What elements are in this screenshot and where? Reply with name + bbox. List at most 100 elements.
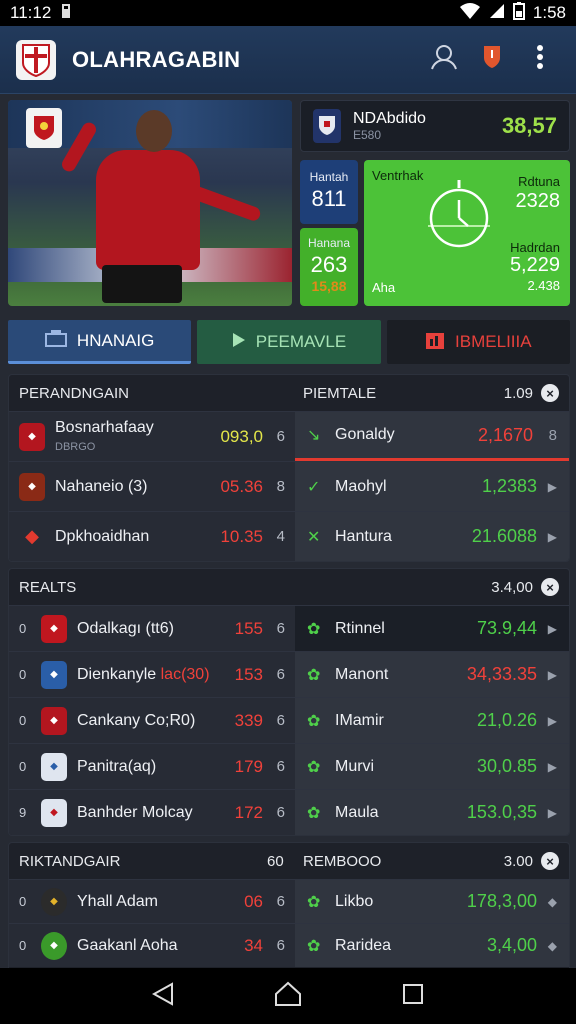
tab-hnanaig[interactable]: HNANAIG [8, 320, 192, 364]
stat-tile-blue-label: Hantah [309, 170, 349, 184]
link-icon: ✿ [307, 804, 321, 822]
row-index: 0 [19, 759, 27, 774]
right-value: 34,33.35 [466, 664, 537, 684]
right-value: 1,2383 [481, 476, 537, 496]
tab-ibmeliia-label: IBMELIIIA [455, 332, 532, 351]
right-name: Gonaldy [335, 426, 395, 443]
battery-icon [512, 1, 525, 25]
table-row[interactable]: 0 ◆ Panitra(aq) 179 6 ✿ Murvi 30,0.85 ▶ [9, 743, 569, 789]
right-value: 153.0,35 [466, 802, 537, 822]
cross-icon: ✕ [307, 528, 321, 546]
row-left-cell: 0 ◆ Gaakanl Aoha 34 6 [9, 924, 295, 967]
table-row[interactable]: ◆ Nahaneio (3) 05.36 8 ✓ Maohyl 1,2383 ▶ [9, 461, 569, 511]
live-timer-tile[interactable]: Ventrhak Rdtuna 2328 Hadrdan 5,229 2.438… [364, 160, 570, 306]
close-icon[interactable]: × [541, 384, 559, 402]
app-bar: OLAHRAGABIN [0, 26, 576, 94]
link-icon: ✿ [307, 893, 321, 911]
rankings-mid-left: 60 [267, 852, 284, 870]
row-left-cell: 0 ◆ Cankany Co;R0) 339 6 [9, 698, 295, 743]
live-timer-bl-sub: 2.438 [527, 278, 560, 293]
recents-icon [402, 983, 424, 1010]
stat-tile-blue-value: 811 [311, 186, 347, 211]
right-name: IMamir [335, 711, 384, 729]
right-value: 21,0.26 [476, 710, 537, 730]
row-left-cell: 0 ◆ Odalkagı (tt6) 155 6 [9, 606, 295, 651]
standings-mid-title: PIEMTALE [303, 384, 377, 402]
team-value: 093,0 [220, 426, 263, 446]
tab-peemavle[interactable]: PEEMAVLE [197, 320, 381, 364]
chevron-right-icon: ▶ [547, 759, 557, 774]
stat-tile-green-value: 263 [310, 252, 348, 277]
stat-tile-green-sub: 15,88 [311, 278, 347, 294]
table-row[interactable]: 0 ◆ Cankany Co;R0) 339 6 ✿ IMamir 21,0.2… [9, 697, 569, 743]
table-row[interactable]: 0 ◆ Yhall Adam 06 6 ✿ Likbo 178,3,00 ◆ [9, 879, 569, 923]
right-name: Maohyl [335, 477, 387, 495]
link-icon: ✿ [307, 758, 321, 776]
club-badge-icon: ◆ [19, 472, 45, 501]
close-icon[interactable]: × [541, 852, 559, 870]
club-badge-icon: ◆ [41, 798, 67, 827]
table-row[interactable]: ◆ Dpkhoaidhan 10.35 4 ✕ Hantura 21.6088 … [9, 511, 569, 561]
table-row[interactable]: 0 ◆ Odalkagı (tt6) 155 6 ✿ Rtinnel 73.9,… [9, 605, 569, 651]
table-row[interactable]: 0 ◆ Gaakanl Aoha 34 6 ✿ Raridea 3,4,00 ◆ [9, 923, 569, 967]
right-name: Murvi [335, 757, 375, 775]
team-num: 6 [276, 758, 285, 775]
team-num: 6 [276, 620, 285, 637]
app-title: OLAHRAGABIN [72, 46, 241, 72]
team-num: 6 [276, 666, 285, 683]
table-row[interactable]: 9 ◆ Banhder Molcay 172 6 ✿ Maula 153.0,3… [9, 789, 569, 835]
club-badge-icon: ◆ [41, 706, 67, 735]
right-name: Rtinnel [335, 619, 385, 637]
row-right-cell: ✓ Maohyl 1,2383 ▶ [295, 462, 569, 511]
right-value: 3,4,00 [486, 935, 537, 955]
player-jersey [96, 150, 200, 270]
tab-ibmeliia[interactable]: IBMELIIIA [386, 320, 570, 364]
more-menu-button[interactable] [520, 40, 560, 80]
match-sub: E580 [353, 128, 382, 142]
profile-button[interactable] [424, 40, 464, 80]
stat-tile-blue[interactable]: Hantah 811 [300, 160, 358, 224]
match-card[interactable]: NDAbdido E580 38,57 [300, 100, 570, 152]
live-timer-bl-value: 5,229 [509, 254, 560, 276]
shield-alert-icon [482, 44, 502, 75]
home-button[interactable] [268, 976, 308, 1016]
team-num: 6 [276, 712, 285, 729]
app-logo [16, 39, 56, 80]
stopwatch-icon [428, 178, 490, 253]
right-name: Likbo [335, 892, 374, 910]
back-button[interactable] [143, 976, 183, 1016]
team-name-text: Bosnarhafaay [55, 418, 154, 436]
trend-icon: ✓ [307, 478, 321, 496]
rankings-title: RIKTANDGAIR [19, 852, 121, 870]
link-icon: ✿ [307, 620, 321, 638]
live-timer-bl-label: Hadrdan [510, 240, 560, 255]
table-row[interactable]: ◆ Bosnarhafaay DBRGO 093,0 6 ↘ Gonaldy 2… [9, 411, 569, 461]
team-value: 339 [234, 710, 263, 730]
row-right-cell: ✿ Manont 34,33.35 ▶ [295, 652, 569, 697]
row-right-cell: ✕ Hantura 21.6088 ▶ [295, 512, 569, 561]
close-icon[interactable]: × [541, 578, 559, 596]
chevron-right-icon: ▶ [547, 805, 557, 820]
stat-tile-green[interactable]: Hanana 263 15,88 [300, 228, 358, 306]
team-name: Cankany Co;R0) [77, 711, 196, 729]
right-value: 2,1670 [477, 424, 533, 445]
team-name: Dpkhoaidhan [55, 527, 150, 545]
match-info: NDAbdido E580 [353, 110, 502, 142]
table-row[interactable]: 0 ◆ Dienkanyle lac(30) 153 6 ✿ Manont 34… [9, 651, 569, 697]
recents-button[interactable] [393, 976, 433, 1016]
row-index: 9 [19, 805, 27, 820]
hero-player-image[interactable] [8, 100, 292, 306]
diamond-icon: ◆ [547, 894, 557, 909]
team-value: 06 [244, 891, 263, 911]
team-name: Nahaneio (3) [55, 477, 148, 495]
row-left-cell: 0 ◆ Panitra(aq) 179 6 [9, 744, 295, 789]
notification-button[interactable] [472, 40, 512, 80]
row-left-cell: ◆ Nahaneio (3) 05.36 8 [9, 462, 295, 511]
sd-card-icon [59, 3, 73, 24]
team-value: 179 [234, 756, 263, 776]
right-name: Maula [335, 803, 379, 821]
stat-tile-green-label: Hanana [307, 236, 351, 250]
team-name-red: lac(30) [160, 665, 210, 683]
chart-box-icon [425, 330, 445, 355]
chevron-right-icon: ▶ [547, 621, 557, 636]
